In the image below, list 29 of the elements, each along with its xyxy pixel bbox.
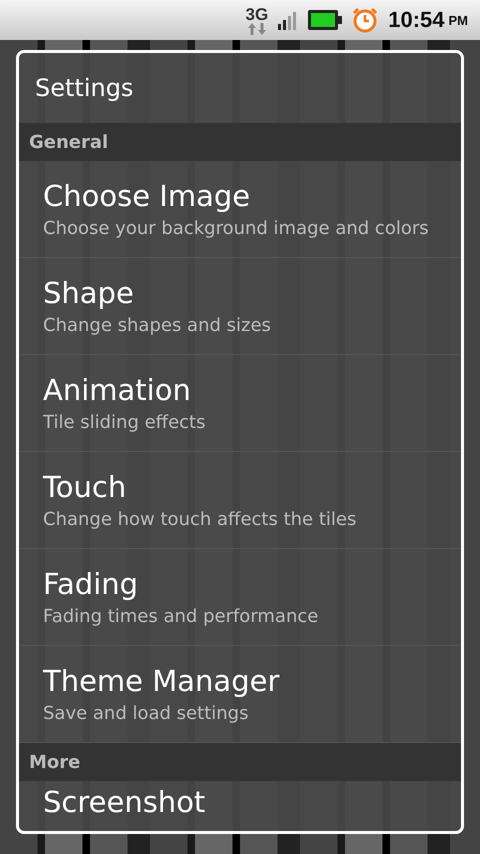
settings-item[interactable]: Animation Tile sliding effects xyxy=(19,355,461,452)
item-title: Animation xyxy=(43,373,192,408)
settings-item[interactable]: Shape Change shapes and sizes xyxy=(19,258,461,355)
data-arrows-icon xyxy=(246,22,267,34)
item-summary: Choose your background image and colors xyxy=(43,218,430,239)
settings-item[interactable]: Touch Change how touch affects the tiles xyxy=(19,452,461,549)
item-summary: Tile sliding effects xyxy=(43,412,206,433)
section-header: General xyxy=(19,123,461,161)
item-title: Touch xyxy=(43,470,128,505)
network-type: 3G xyxy=(246,6,268,22)
item-summary: Save and load settings xyxy=(43,702,250,724)
section-header: More xyxy=(19,743,461,781)
item-title: Fading xyxy=(43,567,140,602)
signal-icon xyxy=(278,10,298,30)
item-title: Shape xyxy=(43,276,135,311)
dialog-title: Settings xyxy=(34,73,134,104)
battery-icon xyxy=(308,10,342,30)
clock-ampm: PM xyxy=(448,12,468,28)
item-summary: Fading times and performance xyxy=(43,606,320,627)
alarm-clock-icon xyxy=(352,7,378,33)
settings-item[interactable]: Screenshot xyxy=(19,781,461,831)
settings-item[interactable]: Fading Fading times and performance xyxy=(19,549,461,646)
item-title: Theme Manager xyxy=(43,664,280,699)
item-title: Screenshot xyxy=(43,785,206,820)
settings-item[interactable]: Choose Image Choose your background image and colors xyxy=(19,161,461,258)
clock-time: 10:54 xyxy=(388,7,444,33)
item-title: Choose Image xyxy=(43,179,252,214)
item-summary: Change how touch affects the tiles xyxy=(43,508,358,530)
item-summary: Change shapes and sizes xyxy=(43,314,272,336)
